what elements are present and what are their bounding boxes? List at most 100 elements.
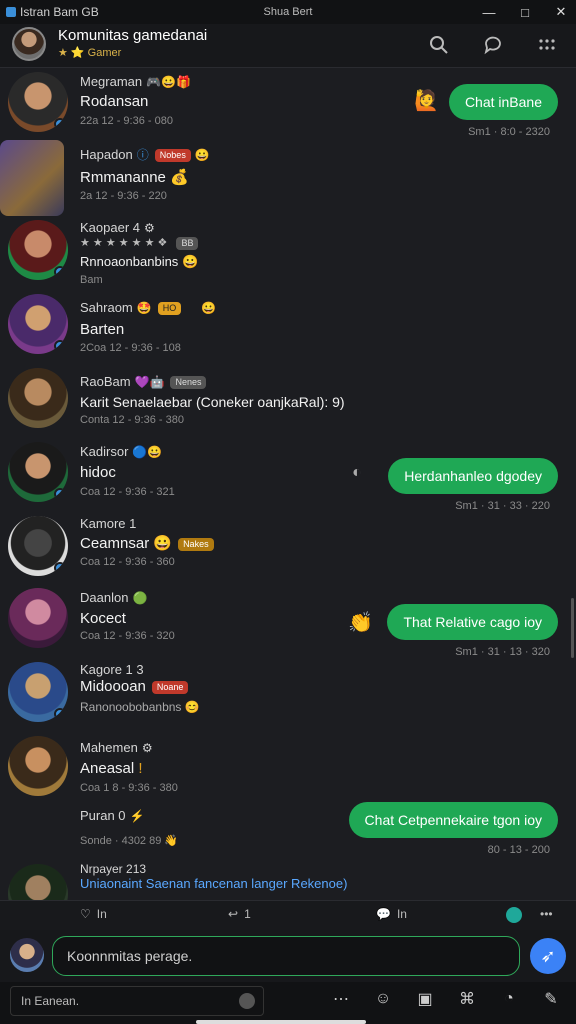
verified-badge <box>54 488 66 500</box>
message-item: Sahraom 🤩 HO 😀 Barten 2Coa 12 - 9:36 - 108 <box>0 294 576 364</box>
message-item: RaoBam 💜🤖 Nenes Karit Senaelaebar (Coneker… <box>0 368 576 440</box>
composer: Koonnmitas perage. ➶ <box>0 930 576 982</box>
message-text: Rodansan <box>80 93 149 110</box>
bottom-bar: In Eanean. ⋯ ☺ ▣ ⌘ ◔ ✎ <box>0 982 576 1024</box>
sender-name-text: Megraman <box>80 74 143 89</box>
like-button[interactable]: ♡ In <box>80 907 107 921</box>
avatar[interactable] <box>8 220 68 280</box>
ellipsis-icon[interactable]: ⋯ <box>330 988 352 1010</box>
status-dot-button[interactable] <box>506 907 522 923</box>
avatar[interactable] <box>8 72 68 132</box>
status-badge: Nenes <box>170 376 207 390</box>
message-text: Rnnoaonbanbins 😀 <box>80 254 198 270</box>
reaction-emoji-icon: 🙋 <box>414 90 439 112</box>
sender-name-text: RaoBam <box>80 374 131 389</box>
reply-count: 1 <box>244 907 251 921</box>
reply-button[interactable]: ↩ 1 <box>228 907 251 921</box>
minimize-button[interactable]: — <box>482 5 496 20</box>
message-text-value: Rnnoaonbanbins <box>80 254 179 269</box>
avatar[interactable] <box>8 588 68 648</box>
image-icon[interactable]: ▣ <box>414 988 436 1010</box>
emoji-icon: 👋 <box>164 835 179 847</box>
message-time: Coa 12 - 9:36 - 320 <box>80 630 175 642</box>
clap-emoji-icon: 👏 <box>348 612 373 634</box>
emoji-picker-icon[interactable]: ☺ <box>372 988 394 1010</box>
message-text: Aneasal ! <box>80 760 143 777</box>
group-subtitle-text: Gamer <box>87 47 122 59</box>
sender-name-text: Kadirsor <box>80 444 129 459</box>
close-button[interactable]: ✕ <box>554 4 568 19</box>
message-text-value: Ceamnsar <box>80 535 150 552</box>
message-time: Coa 12 - 9:36 - 321 <box>80 486 175 498</box>
like-count: In <box>96 907 107 921</box>
emoji-icon: 🔵😀 <box>132 445 163 459</box>
message-time: Bam <box>80 274 103 286</box>
info-icon: ⓘ <box>136 148 149 162</box>
message-input[interactable]: Koonnmitas perage. <box>52 936 520 976</box>
search-field[interactable]: In Eanean. <box>10 986 264 1016</box>
settings-icon: ⚙ <box>141 741 153 755</box>
my-avatar[interactable] <box>10 938 44 972</box>
scrollbar[interactable] <box>571 598 574 658</box>
sender-name: Nrpayer 213 <box>80 862 147 876</box>
message-text: hidoc <box>80 464 116 481</box>
status-badge: BB <box>176 236 199 250</box>
lightning-icon: ⚡ <box>129 809 145 823</box>
message-time: 2a 12 - 9:36 - 220 <box>80 190 167 202</box>
outgoing-bubble: Chat inBane <box>448 84 558 120</box>
avatar[interactable] <box>8 516 68 576</box>
more-options-icon[interactable] <box>536 34 558 56</box>
reply-icon[interactable]: ◐ <box>352 464 362 482</box>
voice-icon[interactable]: ◔ <box>498 988 520 1010</box>
avatar[interactable] <box>8 662 68 722</box>
message-time: Ranonoobobanbns 😊 <box>80 700 200 714</box>
status-badge: Noane <box>151 680 189 694</box>
message-time: Sonde · 4302 89 👋 <box>80 834 178 847</box>
emoji-icon: 😀 <box>153 535 173 552</box>
maximize-button[interactable]: □ <box>518 5 532 20</box>
sender-name-text: Daanlon <box>80 590 129 605</box>
verified-badge <box>54 708 66 720</box>
message-item: Kamore 1 Ceamnsar 😀 Nakes Coa 12 - 9:36 -… <box>0 514 576 586</box>
message-item: Kadirsor 🔵😀 hidoc Coa 12 - 9:36 - 321 ◐ H… <box>0 440 576 512</box>
group-avatar[interactable] <box>12 27 46 61</box>
verified-badge <box>54 562 66 574</box>
avatar[interactable] <box>8 442 68 502</box>
avatar[interactable] <box>8 368 68 428</box>
message-time: Conta 12 - 9:36 - 380 <box>80 414 184 426</box>
send-button[interactable]: ➶ <box>530 938 566 974</box>
group-name[interactable]: Komunitas gamedanai <box>58 27 207 44</box>
message-feed[interactable]: Megraman 🎮😀🎁 Rodansan 22a 12 - 9:36 - 080… <box>0 68 576 900</box>
edit-icon[interactable]: ✎ <box>540 988 562 1010</box>
more-button[interactable]: ••• <box>540 907 553 921</box>
emoji-icon: 🟢 <box>132 591 148 605</box>
rocket-icon: ➶ <box>540 945 556 966</box>
message-time-text: Ranonoobobanbns <box>80 700 182 714</box>
more-icon: ••• <box>540 907 553 921</box>
message-item: Hapadon ⓘ Nobes 😀 Rmmananne 💰 2a 12 - 9:36 … <box>0 140 576 216</box>
reply-icon: ↩ <box>228 907 239 921</box>
coin-icon: 💰 <box>170 169 189 186</box>
comment-button[interactable]: 💬 In <box>376 907 407 921</box>
search-placeholder: In Eanean. <box>21 994 80 1008</box>
message-time: Coa 12 - 9:36 - 360 <box>80 556 175 568</box>
like-icon: ♡ <box>80 907 91 921</box>
outgoing-time: Sm1 · 8:0 - 2320 <box>468 126 550 138</box>
sender-name-text: Sahraom <box>80 300 133 315</box>
sender-name: RaoBam 💜🤖 Nenes <box>80 374 207 390</box>
status-badge: Nakes <box>178 537 214 551</box>
avatar[interactable] <box>8 864 68 900</box>
chat-header: Komunitas gamedanai ★ ⭐ Gamer <box>0 24 576 68</box>
gear-icon: ⚙ <box>144 221 155 235</box>
avatar[interactable] <box>8 736 68 796</box>
sender-name: Hapadon ⓘ Nobes 😀 <box>80 146 210 163</box>
emoji-icon: 🎮😀🎁 <box>146 75 191 89</box>
chat-bubble-icon[interactable] <box>482 34 504 56</box>
gamepad-icon[interactable]: ⌘ <box>456 988 478 1010</box>
outgoing-time: Sm1 · 31 · 13 · 320 <box>455 646 550 658</box>
search-icon[interactable] <box>428 34 450 56</box>
message-text: Midoooan Noane <box>80 678 189 695</box>
sticker-icon: ❖ <box>157 237 168 249</box>
avatar[interactable] <box>0 140 64 216</box>
avatar[interactable] <box>8 294 68 354</box>
